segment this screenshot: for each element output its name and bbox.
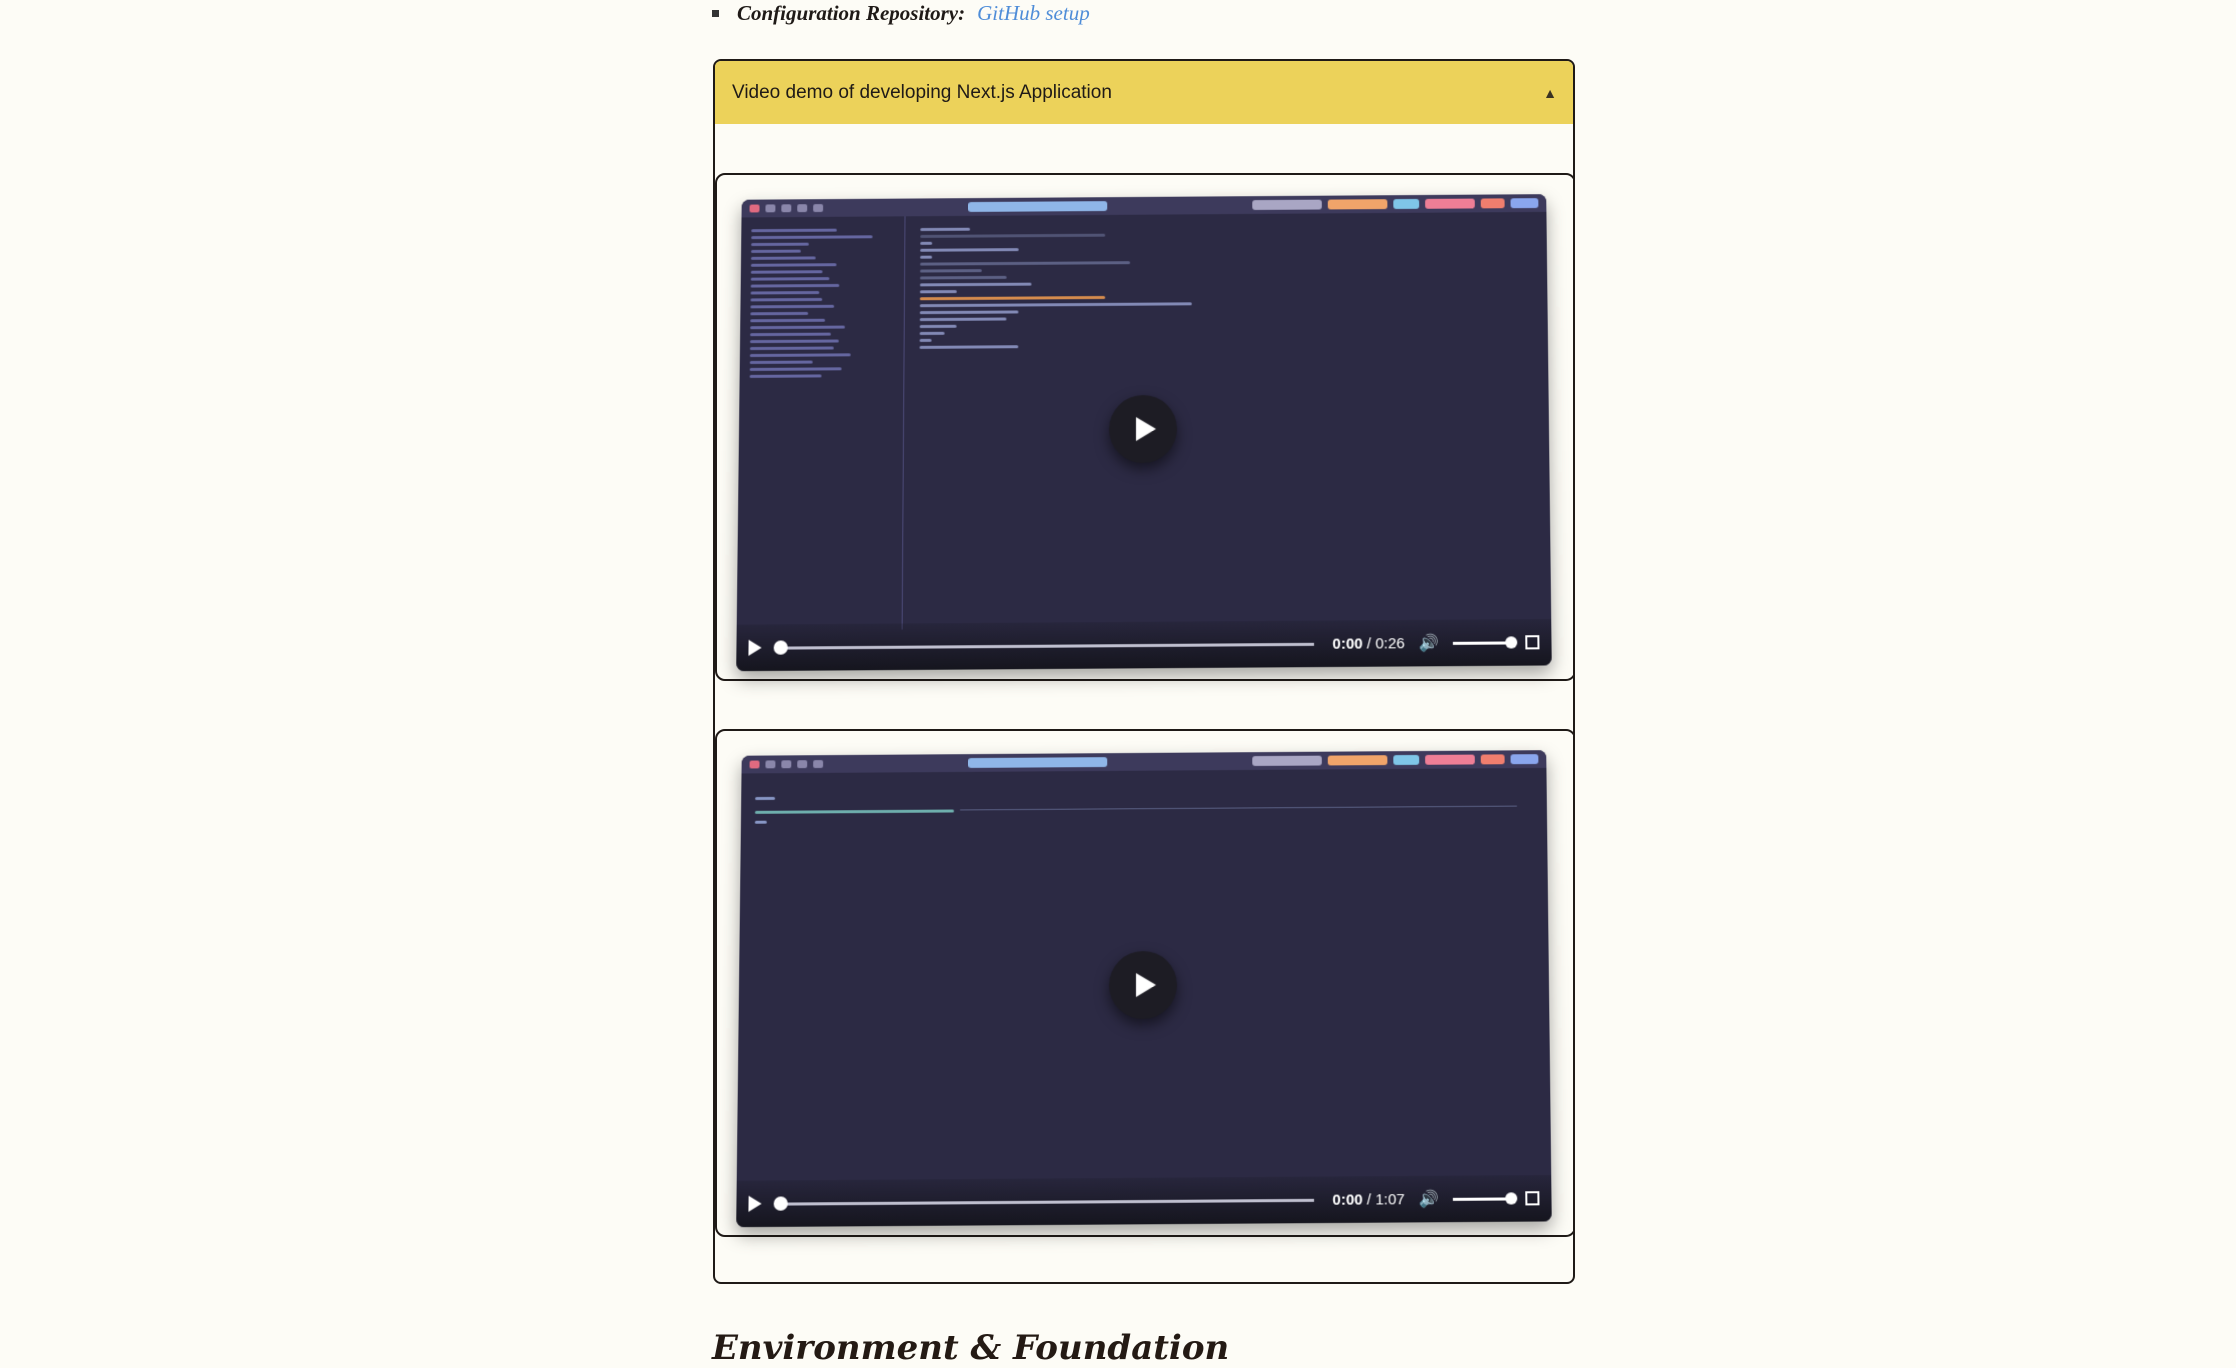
config-repo-label: Configuration Repository: [737,0,966,25]
video-time: 0:00 / 0:26 [1332,634,1405,653]
seek-bar[interactable] [773,639,1315,655]
config-repo-item: Configuration Repository: GitHub setup [712,0,1090,28]
video-controls: 0:00 / 0:26 🔊 [736,618,1552,672]
volume-slider[interactable] [1452,1191,1518,1205]
github-setup-link[interactable]: GitHub setup [977,1,1090,26]
play-icon [1135,972,1156,998]
play-icon [1135,416,1156,442]
play-overlay-button[interactable] [1108,394,1178,464]
play-button[interactable] [748,1195,762,1212]
fullscreen-icon[interactable] [1525,1191,1540,1206]
file-tree [736,216,906,631]
fullscreen-icon[interactable] [1525,635,1540,650]
video-player-1: 0:00 / 0:26 🔊 [715,173,1573,681]
play-overlay-button[interactable] [1108,950,1178,1020]
seek-bar[interactable] [773,1195,1315,1211]
video-frame-1[interactable]: 0:00 / 0:26 🔊 [736,194,1552,672]
volume-slider[interactable] [1452,635,1518,649]
play-button[interactable] [748,639,762,656]
bullet-icon [712,9,719,17]
section-heading: Environment & Foundation [712,1328,1230,1368]
video-frame-2[interactable]: 0:00 / 1:07 🔊 [736,750,1552,1228]
video-time: 0:00 / 1:07 [1332,1190,1405,1209]
video-demo-accordion: Video demo of developing Next.js Applica… [713,59,1575,1284]
code-preview [919,220,1539,353]
volume-icon[interactable]: 🔊 [1419,1189,1439,1209]
collapse-arrow-icon[interactable]: ▲ [1543,85,1557,101]
volume-icon[interactable]: 🔊 [1419,633,1439,653]
accordion-header[interactable]: Video demo of developing Next.js Applica… [715,61,1573,124]
video-controls: 0:00 / 1:07 🔊 [736,1174,1552,1228]
video-player-2: 0:00 / 1:07 🔊 [715,729,1573,1237]
accordion-title: Video demo of developing Next.js Applica… [732,81,1112,103]
